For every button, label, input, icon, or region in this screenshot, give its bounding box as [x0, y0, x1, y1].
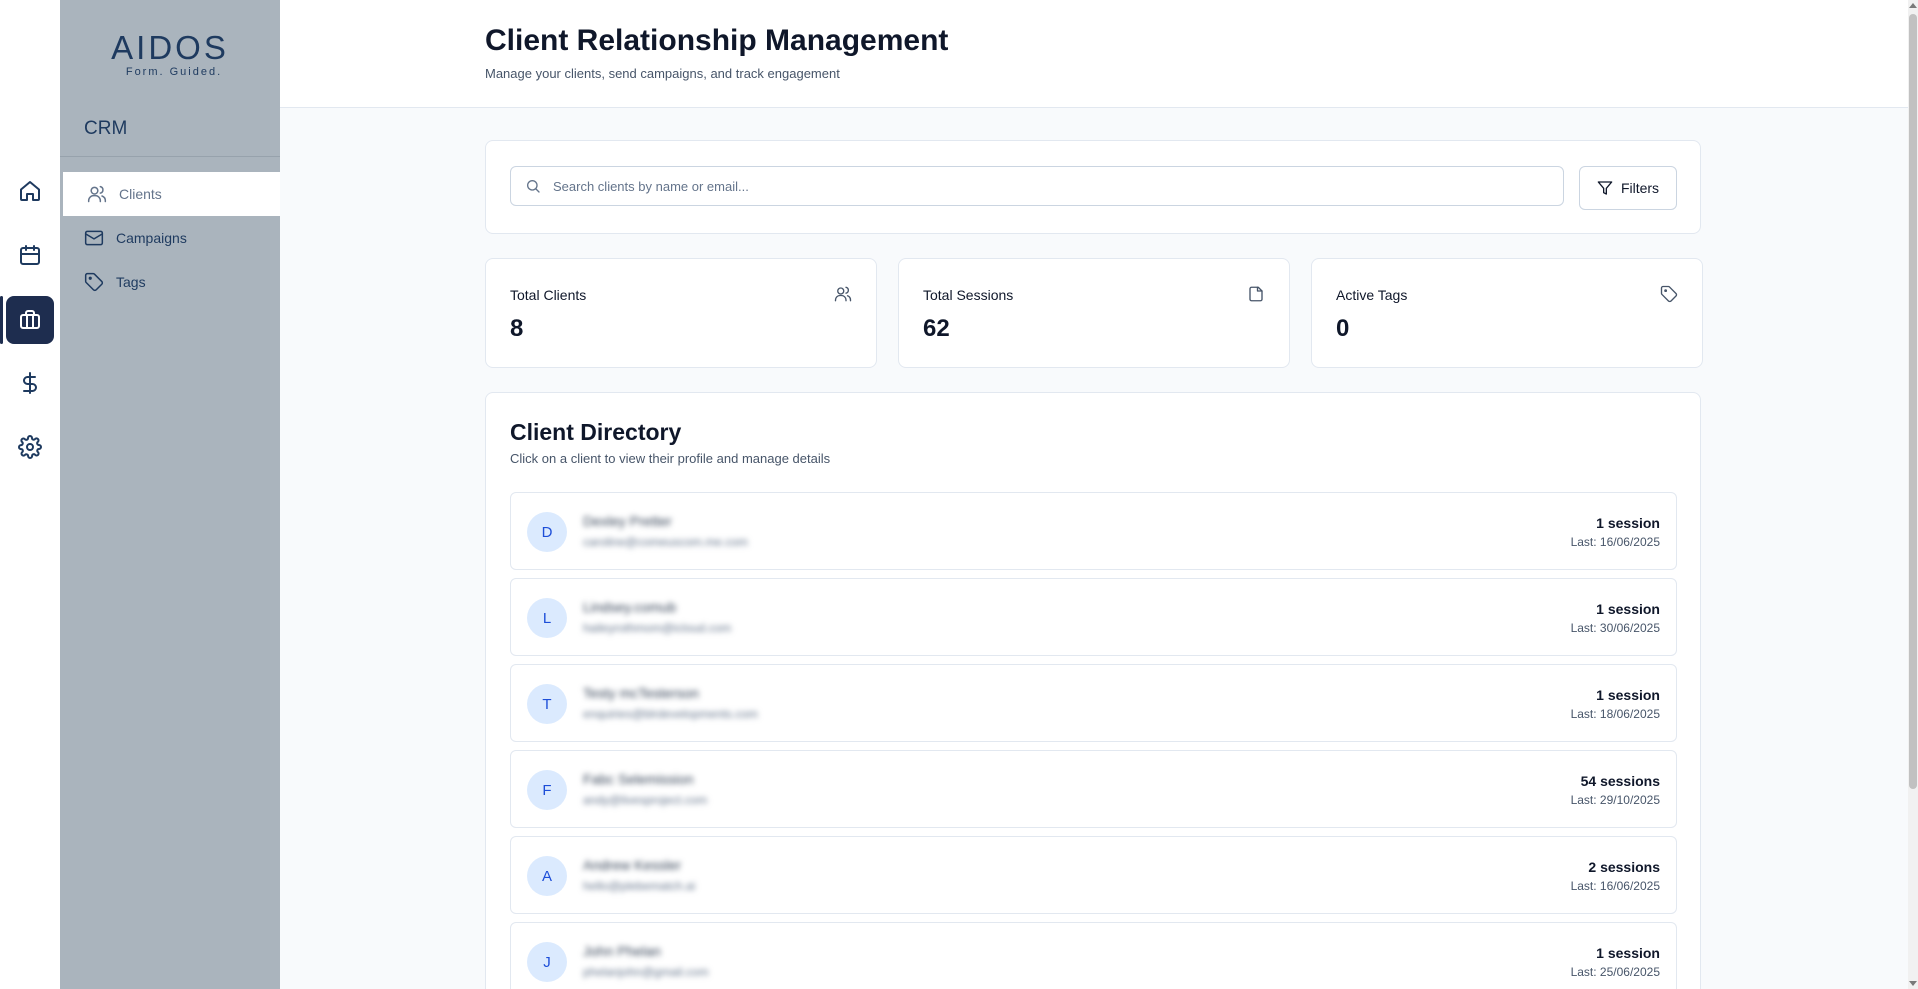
page-title: Client Relationship Management: [485, 24, 949, 57]
sidebar-item-label: Clients: [119, 186, 162, 202]
client-session-count: 1 session: [1596, 601, 1660, 617]
avatar: D: [527, 512, 567, 552]
file-icon: [1249, 286, 1263, 302]
avatar: A: [527, 856, 567, 896]
tag-icon: [1660, 285, 1678, 303]
client-session-count: 1 session: [1596, 515, 1660, 531]
avatar: F: [527, 770, 567, 810]
client-row[interactable]: T Testy mcTesterson enquiries@blrdevelop…: [510, 664, 1677, 742]
client-email: caroline@comeuscom.me.com: [583, 535, 748, 549]
client-name: Testy mcTesterson: [583, 685, 699, 701]
client-last-session: Last: 16/06/2025: [1570, 535, 1660, 549]
logo-tagline: Form. Guided.: [125, 66, 223, 78]
logo: AIDOS Form. Guided.: [60, 29, 280, 79]
client-last-session: Last: 16/06/2025: [1570, 879, 1660, 893]
client-session-count: 2 sessions: [1588, 859, 1660, 875]
client-row[interactable]: A Andrew Kessler hello@plebematch.ai 2 s…: [510, 836, 1677, 914]
client-directory-card: Client Directory Click on a client to vi…: [485, 392, 1701, 989]
client-row[interactable]: J John Phelan phelanjohn@gmail.com 1 ses…: [510, 922, 1677, 989]
search-card: Filters: [485, 140, 1701, 234]
calendar-icon[interactable]: [6, 231, 54, 279]
filters-label: Filters: [1620, 180, 1660, 196]
search-input[interactable]: [553, 178, 1553, 194]
search-icon: [527, 180, 540, 193]
client-email: haileyrothmom@icloud.com: [583, 621, 732, 635]
sidebar-item-campaigns[interactable]: Campaigns: [60, 216, 280, 260]
client-row[interactable]: F Fabc Selemission andy@livesproject.com…: [510, 750, 1677, 828]
client-name: Andrew Kessler: [583, 857, 682, 873]
briefcase-icon[interactable]: [6, 296, 54, 344]
stat-value: 8: [510, 315, 524, 342]
client-last-session: Last: 29/10/2025: [1570, 793, 1660, 807]
client-row[interactable]: D Dexley Pretter caroline@comeuscom.me.c…: [510, 492, 1677, 570]
icon-rail: [0, 0, 60, 989]
stat-label: Total Sessions: [923, 287, 1014, 303]
page-subtitle: Manage your clients, send campaigns, and…: [485, 66, 840, 81]
client-name: John Phelan: [583, 943, 661, 959]
client-email: phelanjohn@gmail.com: [583, 965, 709, 979]
users-icon: [834, 286, 852, 302]
sidebar-section-title: CRM: [84, 118, 128, 139]
directory-title: Client Directory: [510, 419, 682, 445]
rail-active-indicator: [0, 296, 3, 344]
crm-sidebar: AIDOS Form. Guided. CRM Clients Campaign…: [60, 0, 280, 989]
home-icon[interactable]: [6, 167, 54, 215]
stat-label: Active Tags: [1336, 287, 1408, 303]
stat-card-total-clients: Total Clients 8: [485, 258, 877, 368]
directory-subtitle: Click on a client to view their profile …: [510, 451, 831, 466]
users-icon: [87, 185, 107, 203]
avatar: L: [527, 598, 567, 638]
client-email: andy@livesproject.com: [583, 793, 708, 807]
avatar: T: [527, 684, 567, 724]
search-box: [510, 166, 1564, 206]
filters-button[interactable]: Filters: [1579, 166, 1677, 210]
mail-icon: [84, 230, 104, 246]
tag-icon: [84, 272, 104, 292]
client-name: Fabc Selemission: [583, 771, 694, 787]
dollar-icon[interactable]: [6, 359, 54, 407]
scroll-thumb[interactable]: [1909, 14, 1917, 789]
sidebar-item-tags[interactable]: Tags: [60, 260, 280, 304]
client-last-session: Last: 25/06/2025: [1570, 965, 1660, 979]
avatar: J: [527, 942, 567, 982]
sidebar-item-label: Tags: [116, 274, 146, 290]
page-header: Client Relationship Management Manage yo…: [280, 0, 1910, 108]
stat-value: 0: [1336, 315, 1350, 342]
stat-label: Total Clients: [510, 287, 587, 303]
gear-icon[interactable]: [6, 423, 54, 471]
client-email: enquiries@blrdevelopments.com: [583, 707, 758, 721]
scroll-up-arrow[interactable]: [1909, 3, 1917, 8]
sidebar-divider: [60, 156, 280, 157]
client-last-session: Last: 18/06/2025: [1570, 707, 1660, 721]
client-name: Lindsey.comub: [583, 599, 677, 615]
client-session-count: 1 session: [1596, 945, 1660, 961]
sidebar-item-clients[interactable]: Clients: [63, 172, 280, 216]
client-last-session: Last: 30/06/2025: [1570, 621, 1660, 635]
stat-card-total-sessions: Total Sessions 62: [898, 258, 1290, 368]
client-session-count: 1 session: [1596, 687, 1660, 703]
logo-main: AIDOS: [111, 29, 229, 66]
client-row[interactable]: L Lindsey.comub haileyrothmom@icloud.com…: [510, 578, 1677, 656]
scroll-down-arrow[interactable]: [1909, 981, 1917, 986]
sidebar-item-label: Campaigns: [116, 230, 187, 246]
stat-card-active-tags: Active Tags 0: [1311, 258, 1703, 368]
client-email: hello@plebematch.ai: [583, 879, 696, 893]
page-scrollbar[interactable]: [1908, 0, 1918, 989]
filter-icon: [1597, 181, 1613, 195]
client-name: Dexley Pretter: [583, 513, 672, 529]
client-session-count: 54 sessions: [1580, 773, 1660, 789]
stat-value: 62: [923, 315, 950, 342]
